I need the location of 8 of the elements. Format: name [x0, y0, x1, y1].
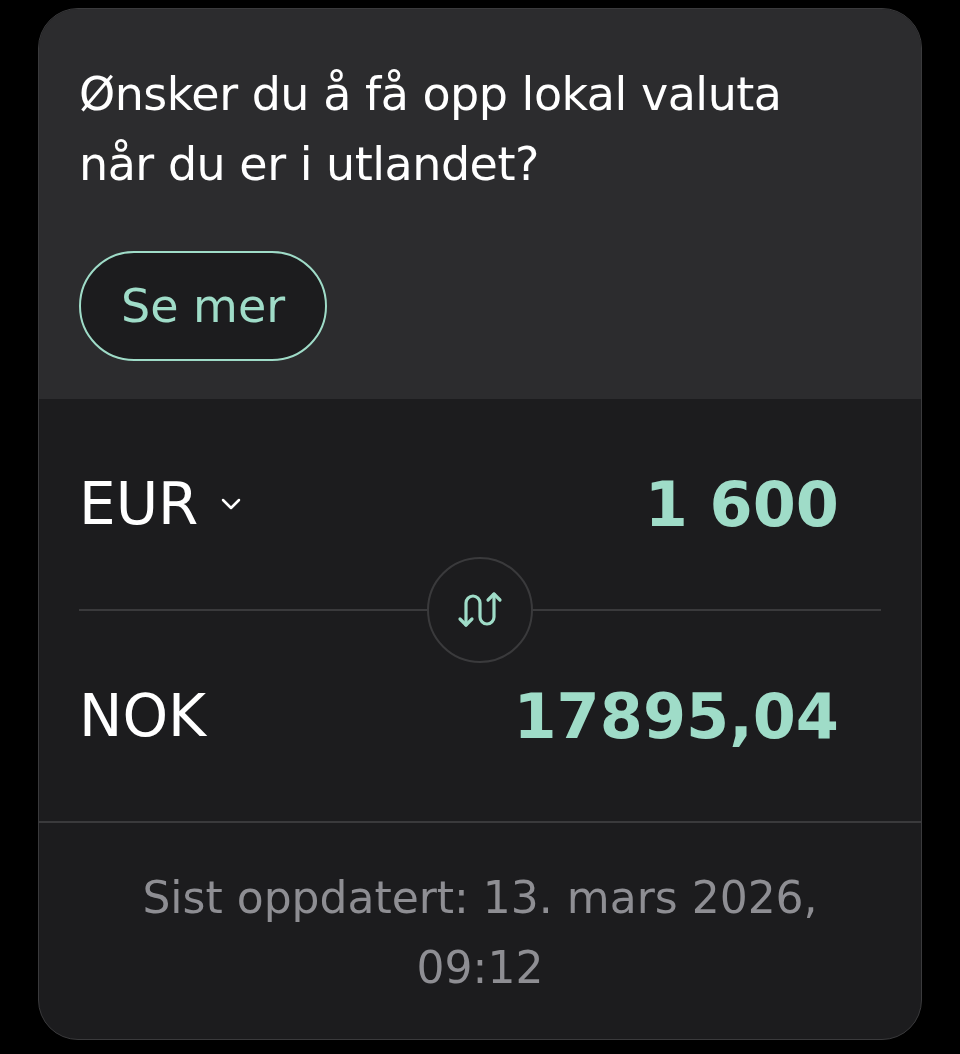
promo-question: Ønsker du å få opp lokal valuta når du er i utlandet? [79, 66, 783, 193]
see-more-button[interactable]: Se mer [79, 251, 328, 361]
last-updated-text: Sist oppdatert: 13. mars 2026, 09:12 [141, 871, 819, 995]
currency-code[interactable]: EUR [79, 470, 199, 538]
amount-value: 1 600 [644, 467, 839, 541]
chevron-down-icon[interactable] [220, 497, 243, 511]
amount-value: 17895,04 [513, 679, 839, 753]
currency-code: NOK [79, 682, 207, 750]
